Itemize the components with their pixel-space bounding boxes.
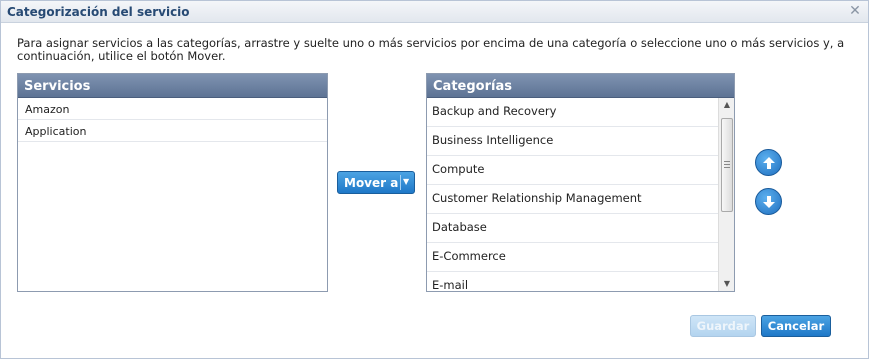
grip-icon bbox=[724, 161, 730, 168]
category-item[interactable]: Database bbox=[427, 214, 718, 243]
arrow-down-icon bbox=[763, 196, 775, 208]
category-item[interactable]: Backup and Recovery bbox=[427, 98, 718, 127]
save-button[interactable]: Guardar bbox=[690, 315, 756, 337]
categories-panel: Categorías Backup and Recovery Business … bbox=[426, 73, 735, 292]
dialog-titlebar: Categorización del servicio ✕ bbox=[1, 1, 868, 23]
move-up-button[interactable] bbox=[755, 149, 782, 176]
close-icon[interactable]: ✕ bbox=[848, 4, 862, 18]
instructions-text: Para asignar servicios a las categorías,… bbox=[17, 36, 845, 63]
scrollbar-thumb[interactable] bbox=[721, 118, 733, 212]
categories-scrollbar[interactable]: ▲ ▼ bbox=[718, 98, 734, 291]
scroll-up-icon[interactable]: ▲ bbox=[719, 98, 735, 112]
move-to-separator bbox=[400, 175, 401, 190]
category-item[interactable]: E-Commerce bbox=[427, 243, 718, 272]
services-header: Servicios bbox=[18, 74, 327, 98]
category-item[interactable]: Compute bbox=[427, 156, 718, 185]
category-item[interactable]: Customer Relationship Management bbox=[427, 185, 718, 214]
services-panel: Servicios Amazon Application bbox=[17, 73, 328, 292]
move-to-button[interactable]: Mover a ▼ bbox=[337, 171, 415, 194]
service-item-application[interactable]: Application bbox=[18, 120, 327, 142]
dialog-title: Categorización del servicio bbox=[7, 5, 190, 19]
category-item[interactable]: Business Intelligence bbox=[427, 127, 718, 156]
category-item[interactable]: E-mail bbox=[427, 272, 718, 291]
move-to-label: Mover a bbox=[344, 176, 399, 190]
move-down-button[interactable] bbox=[755, 188, 782, 215]
categories-list: Backup and Recovery Business Intelligenc… bbox=[427, 98, 718, 291]
categories-header: Categorías bbox=[427, 74, 734, 98]
categorization-dialog: Categorización del servicio ✕ Para asign… bbox=[0, 0, 869, 359]
chevron-down-icon[interactable]: ▼ bbox=[403, 177, 409, 186]
service-item-amazon[interactable]: Amazon bbox=[18, 98, 327, 120]
cancel-button[interactable]: Cancelar bbox=[761, 315, 831, 337]
scroll-down-icon[interactable]: ▼ bbox=[719, 277, 735, 291]
arrow-up-icon bbox=[763, 157, 775, 169]
